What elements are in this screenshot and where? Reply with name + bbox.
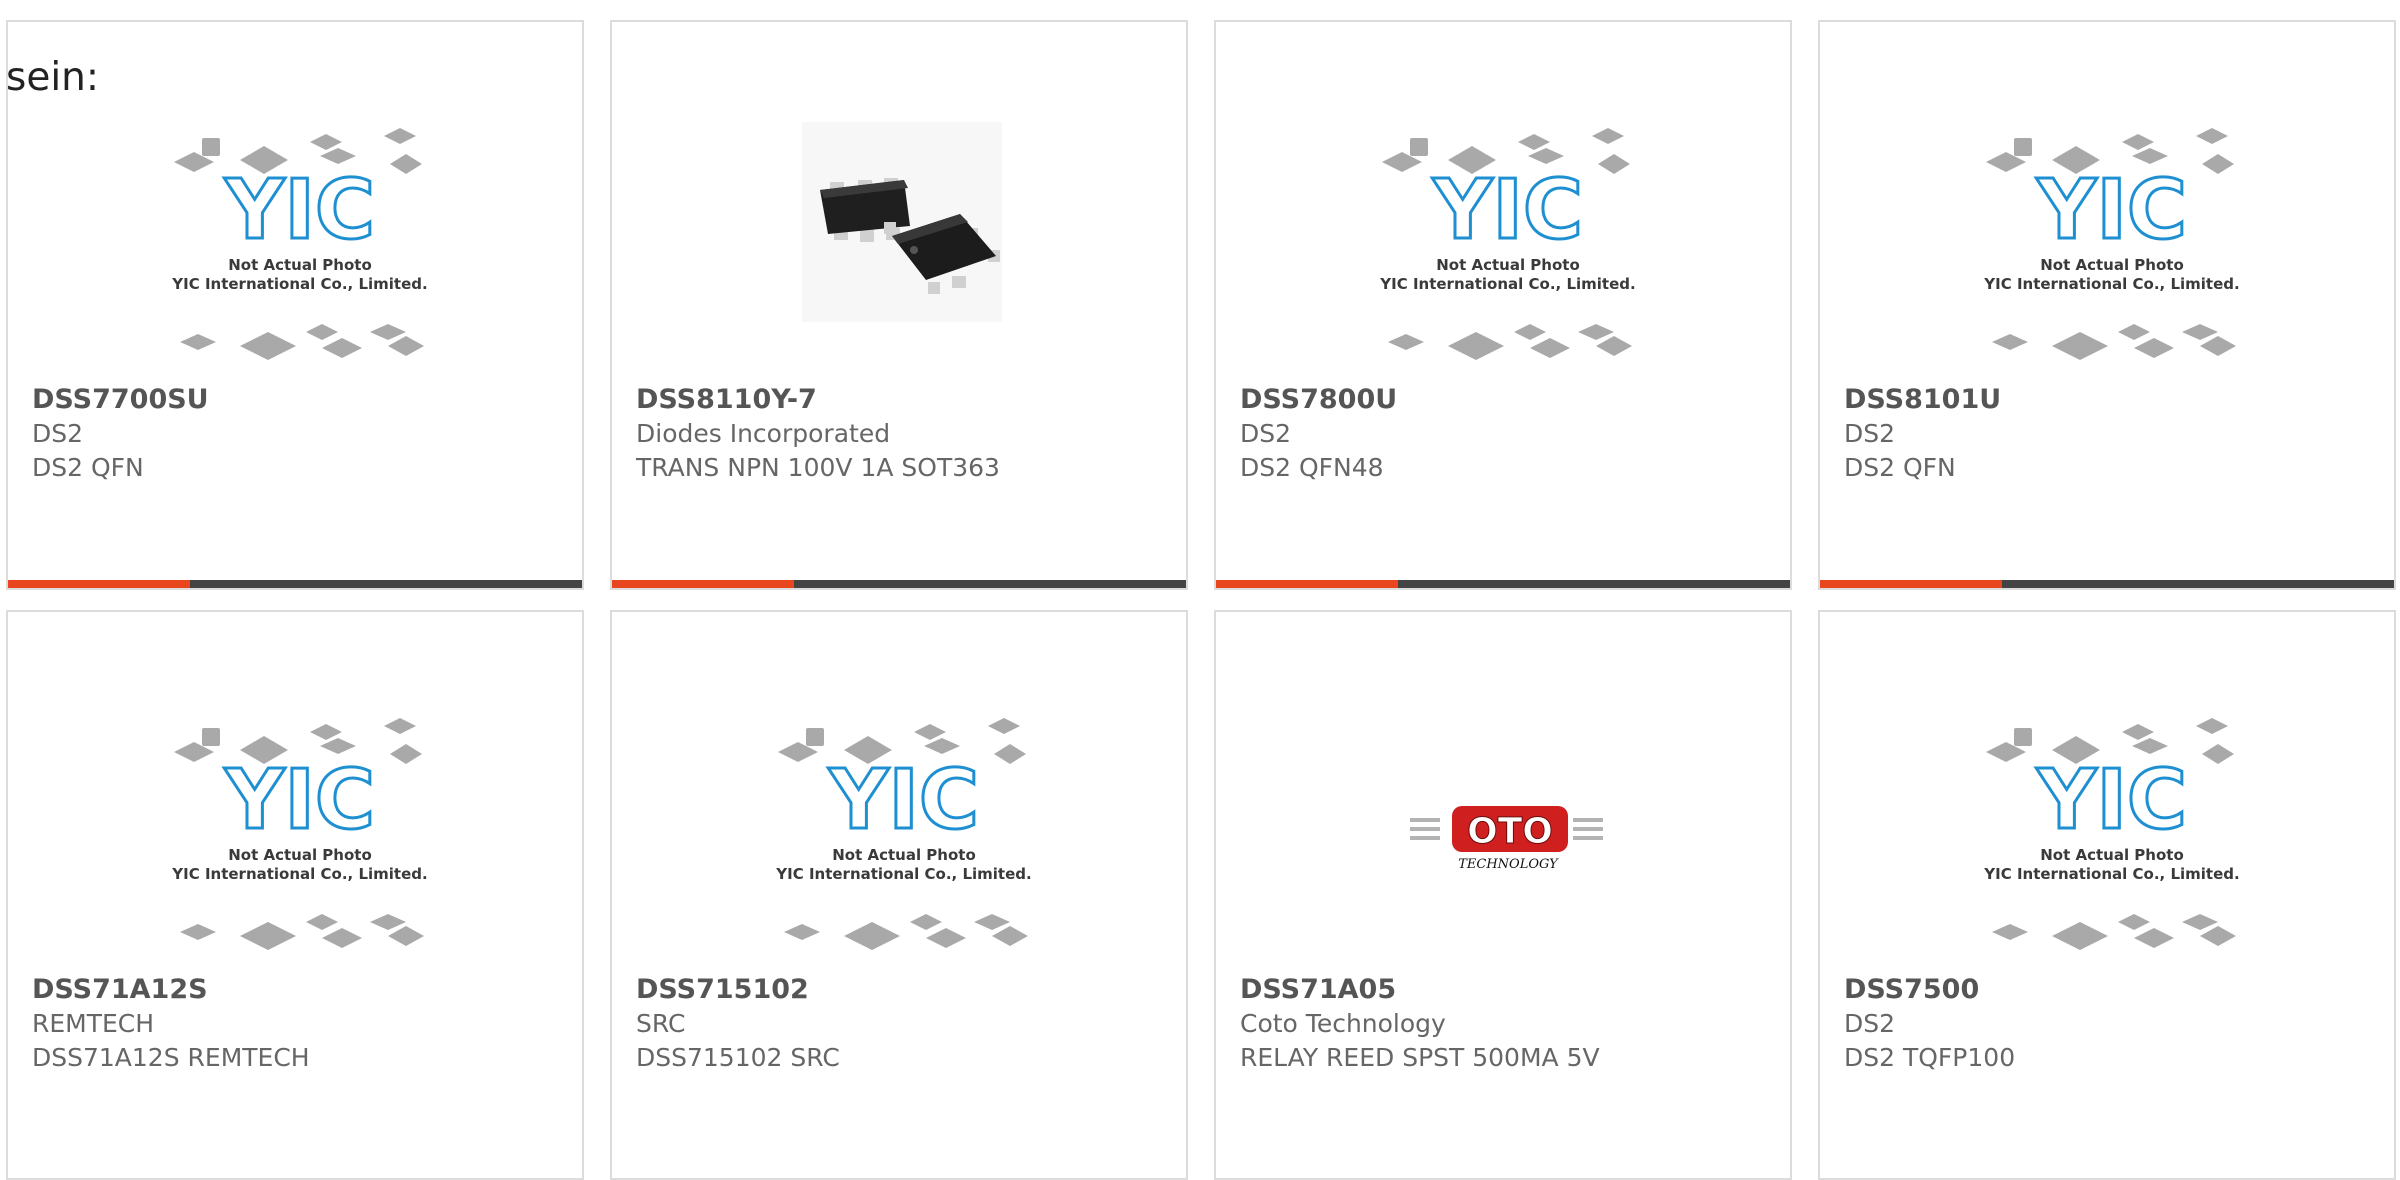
description: DS2 QFN	[32, 453, 144, 482]
not-actual-photo-icon: YIC Not Actual Photo YIC International C…	[1983, 718, 2240, 950]
description: DS2 QFN	[1844, 453, 1956, 482]
intro-text: sein:	[6, 55, 100, 100]
product-card[interactable]: OTO TECHNOLOGY DSS71A05 Coto Technology …	[1214, 610, 1792, 1180]
svg-text:YIC International Co., Limited: YIC International Co., Limited.	[1983, 275, 2239, 293]
coto-technology-logo: OTO TECHNOLOGY	[1410, 806, 1603, 872]
not-actual-photo-icon: YIC Not Actual Photo YIC International C…	[775, 718, 1032, 950]
product-image[interactable]: YIC Not Actual Photo YIC International C…	[160, 110, 440, 370]
part-number[interactable]: DSS71A05	[1240, 972, 1770, 1007]
svg-text:YIC: YIC	[2036, 753, 2187, 848]
product-card[interactable]: YIC Not Actual Photo YIC International C…	[1818, 610, 2396, 1180]
card-bar-accent	[1216, 580, 1398, 588]
manufacturer: DS2	[1844, 419, 1896, 448]
svg-text:Not Actual Photo: Not Actual Photo	[2040, 256, 2184, 274]
svg-text:OTO: OTO	[1467, 811, 1553, 852]
card-bar	[1216, 580, 1790, 588]
part-number[interactable]: DSS71A12S	[32, 972, 562, 1007]
svg-text:YIC: YIC	[224, 163, 375, 258]
manufacturer: DS2	[32, 419, 84, 448]
svg-text:TECHNOLOGY: TECHNOLOGY	[1458, 857, 1559, 872]
part-number[interactable]: DSS7500	[1844, 972, 2374, 1007]
not-actual-photo-icon: YIC Not Actual Photo YIC International C…	[171, 128, 428, 360]
product-grid: YIC Not Actual Photo YIC International C…	[0, 0, 2400, 1180]
description: DSS715102 SRC	[636, 1043, 840, 1072]
svg-text:Not Actual Photo: Not Actual Photo	[2040, 846, 2184, 864]
svg-text:YIC: YIC	[828, 753, 979, 848]
part-number[interactable]: DSS7700SU	[32, 382, 562, 417]
manufacturer: DS2	[1844, 1009, 1896, 1038]
product-image[interactable]: OTO TECHNOLOGY	[1368, 700, 1648, 960]
svg-text:YIC: YIC	[224, 753, 375, 848]
card-bar-accent	[612, 580, 794, 588]
product-image[interactable]: YIC Not Actual Photo YIC International C…	[1972, 110, 2252, 370]
description: DSS71A12S REMTECH	[32, 1043, 310, 1072]
description: RELAY REED SPST 500MA 5V	[1240, 1043, 1600, 1072]
card-bar	[8, 580, 582, 588]
product-info: DSS71A12S REMTECH DSS71A12S REMTECH	[32, 972, 562, 1075]
part-number[interactable]: DSS715102	[636, 972, 1166, 1007]
product-image[interactable]: YIC Not Actual Photo YIC International C…	[160, 700, 440, 960]
card-bar-accent	[1820, 580, 2002, 588]
product-image[interactable]: YIC Not Actual Photo YIC International C…	[1972, 700, 2252, 960]
card-bar	[1820, 580, 2394, 588]
svg-text:Not Actual Photo: Not Actual Photo	[1436, 256, 1580, 274]
product-image[interactable]: YIC Not Actual Photo YIC International C…	[1368, 110, 1648, 370]
product-info: DSS7800U DS2 DS2 QFN48	[1240, 382, 1770, 485]
product-card[interactable]: YIC Not Actual Photo YIC International C…	[1214, 20, 1792, 590]
not-actual-photo-icon: YIC Not Actual Photo YIC International C…	[171, 718, 428, 950]
svg-text:YIC International Co., Limited: YIC International Co., Limited.	[171, 865, 427, 883]
product-card[interactable]: DSS8110Y-7 Diodes Incorporated TRANS NPN…	[610, 20, 1188, 590]
product-card[interactable]: YIC Not Actual Photo YIC International C…	[1818, 20, 2396, 590]
product-info: DSS715102 SRC DSS715102 SRC	[636, 972, 1166, 1075]
product-info: DSS7500 DS2 DS2 TQFP100	[1844, 972, 2374, 1075]
product-info: DSS8101U DS2 DS2 QFN	[1844, 382, 2374, 485]
card-bar	[612, 580, 1186, 588]
part-number[interactable]: DSS7800U	[1240, 382, 1770, 417]
svg-text:YIC International Co., Limited: YIC International Co., Limited.	[1983, 865, 2239, 883]
svg-text:YIC: YIC	[1432, 163, 1583, 258]
description: DS2 TQFP100	[1844, 1043, 2016, 1072]
svg-text:Not Actual Photo: Not Actual Photo	[228, 846, 372, 864]
svg-text:YIC International Co., Limited: YIC International Co., Limited.	[1379, 275, 1635, 293]
svg-text:YIC International Co., Limited: YIC International Co., Limited.	[775, 865, 1031, 883]
svg-text:Not Actual Photo: Not Actual Photo	[228, 256, 372, 274]
part-number[interactable]: DSS8101U	[1844, 382, 2374, 417]
product-card[interactable]: YIC Not Actual Photo YIC International C…	[6, 610, 584, 1180]
manufacturer: Coto Technology	[1240, 1009, 1446, 1038]
not-actual-photo-icon: YIC Not Actual Photo YIC International C…	[1983, 128, 2240, 360]
svg-text:Not Actual Photo: Not Actual Photo	[832, 846, 976, 864]
product-image[interactable]: YIC Not Actual Photo YIC International C…	[764, 700, 1044, 960]
manufacturer: DS2	[1240, 419, 1292, 448]
description: TRANS NPN 100V 1A SOT363	[636, 453, 1000, 482]
svg-text:YIC International Co., Limited: YIC International Co., Limited.	[171, 275, 427, 293]
product-image[interactable]	[764, 110, 1044, 370]
product-info: DSS7700SU DS2 DS2 QFN	[32, 382, 562, 485]
product-info: DSS71A05 Coto Technology RELAY REED SPST…	[1240, 972, 1770, 1075]
manufacturer: SRC	[636, 1009, 686, 1038]
manufacturer: Diodes Incorporated	[636, 419, 891, 448]
part-number[interactable]: DSS8110Y-7	[636, 382, 1166, 417]
product-card[interactable]: YIC Not Actual Photo YIC International C…	[610, 610, 1188, 1180]
card-bar-accent	[8, 580, 190, 588]
manufacturer: REMTECH	[32, 1009, 155, 1038]
description: DS2 QFN48	[1240, 453, 1384, 482]
svg-text:YIC: YIC	[2036, 163, 2187, 258]
not-actual-photo-icon: YIC Not Actual Photo YIC International C…	[1379, 128, 1636, 360]
product-info: DSS8110Y-7 Diodes Incorporated TRANS NPN…	[636, 382, 1166, 485]
transistor-chip-photo	[802, 122, 1002, 322]
